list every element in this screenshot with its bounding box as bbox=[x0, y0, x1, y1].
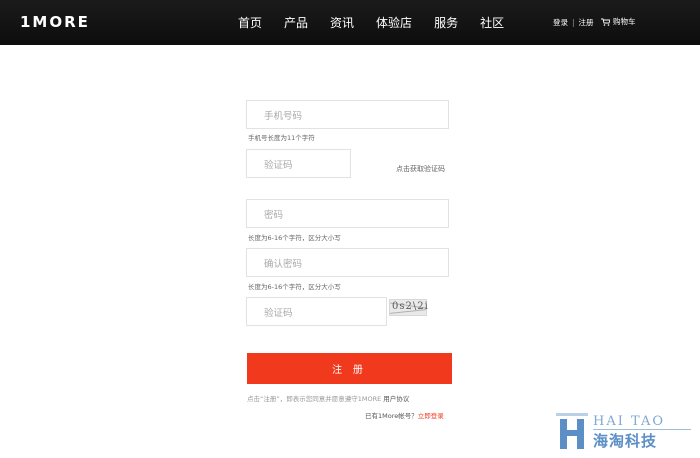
brand-logo[interactable]: 1MORE bbox=[20, 13, 90, 31]
user-links: 登录 | 注册 bbox=[553, 17, 594, 28]
login-now-link[interactable]: 立即登录 bbox=[418, 412, 444, 420]
captcha-field[interactable]: 验证码 bbox=[246, 297, 387, 326]
confirm-password-field[interactable]: 确认密码 bbox=[246, 248, 449, 277]
captcha-text: 0s2\2i bbox=[392, 301, 429, 312]
nav-item-products[interactable]: 产品 bbox=[284, 15, 308, 31]
watermark: HAI TAO 海淘科技 bbox=[553, 410, 693, 453]
captcha-image[interactable]: 0s2\2i bbox=[389, 299, 429, 316]
confirm-password-hint: 长度为6-16个字符，区分大小写 bbox=[248, 283, 341, 291]
captcha-placeholder: 验证码 bbox=[264, 307, 293, 319]
have-account-prefix: 已有1More帐号？ bbox=[365, 412, 418, 420]
sms-code-placeholder: 验证码 bbox=[264, 159, 293, 171]
phone-hint: 手机号长度为11个字符 bbox=[248, 134, 315, 142]
agreement-text: 点击“注册”，即表示您同意并愿意遵守1MORE 用户协议 bbox=[247, 393, 409, 403]
password-hint: 长度为6-16个字符，区分大小写 bbox=[248, 234, 341, 242]
agreement-prefix: 点击“注册”，即表示您同意并愿意遵守1MORE bbox=[247, 395, 384, 403]
nav-item-service[interactable]: 服务 bbox=[434, 15, 458, 31]
nav-item-news[interactable]: 资讯 bbox=[330, 15, 354, 31]
watermark-cn: 海淘科技 bbox=[593, 432, 658, 450]
watermark-logo-icon bbox=[556, 413, 588, 449]
phone-placeholder: 手机号码 bbox=[264, 110, 303, 122]
user-agreement-link[interactable]: 用户协议 bbox=[383, 395, 409, 403]
confirm-password-placeholder: 确认密码 bbox=[264, 258, 303, 270]
password-placeholder: 密码 bbox=[264, 209, 284, 221]
register-link[interactable]: 注册 bbox=[579, 17, 594, 28]
watermark-en: HAI TAO bbox=[593, 414, 665, 429]
cart-icon bbox=[601, 18, 610, 26]
cart-label: 购物车 bbox=[613, 17, 636, 26]
login-link[interactable]: 登录 bbox=[553, 17, 568, 28]
phone-field[interactable]: 手机号码 bbox=[246, 100, 449, 129]
nav-item-community[interactable]: 社区 bbox=[480, 15, 504, 31]
divider: | bbox=[572, 18, 575, 27]
main-nav: 首页 产品 资讯 体验店 服务 社区 bbox=[238, 15, 526, 31]
register-button[interactable]: 注 册 bbox=[247, 353, 452, 384]
have-account-text: 已有1More帐号？立即登录 bbox=[365, 410, 444, 420]
password-field[interactable]: 密码 bbox=[246, 199, 449, 228]
get-code-link[interactable]: 点击获取验证码 bbox=[396, 164, 445, 174]
nav-item-home[interactable]: 首页 bbox=[238, 15, 262, 31]
nav-item-stores[interactable]: 体验店 bbox=[376, 15, 412, 31]
sms-code-field[interactable]: 验证码 bbox=[246, 149, 351, 178]
top-navbar: 1MORE 首页 产品 资讯 体验店 服务 社区 登录 | 注册 购物车 bbox=[0, 0, 700, 45]
cart-link[interactable]: 购物车 bbox=[601, 16, 636, 27]
